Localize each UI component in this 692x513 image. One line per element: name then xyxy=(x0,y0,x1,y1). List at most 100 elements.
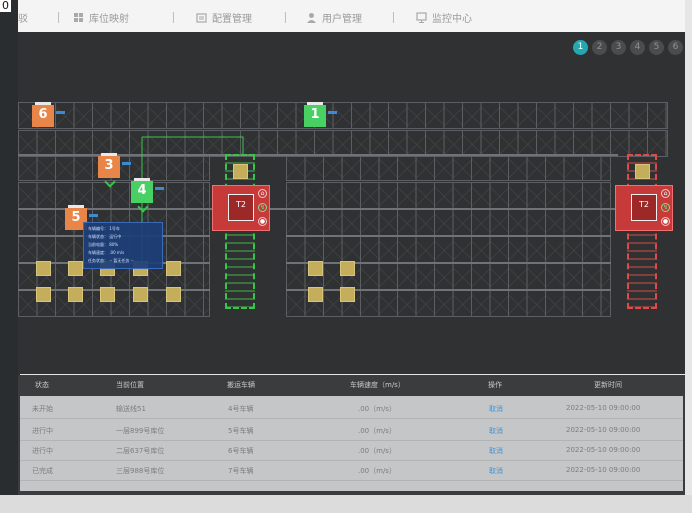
cargo-box[interactable] xyxy=(166,261,181,276)
top-navigation: 驳 库位映射 配置管理 用户管理 监控中心 xyxy=(18,0,685,33)
monitor-icon xyxy=(416,11,427,23)
position-marker[interactable]: 4 xyxy=(131,178,164,203)
nav-item-partial[interactable]: 驳 xyxy=(18,10,28,25)
nav-item-config[interactable]: 配置管理 xyxy=(196,10,252,25)
nav-item-label: 配置管理 xyxy=(212,13,252,25)
cargo-box[interactable] xyxy=(36,261,51,276)
marker-tag xyxy=(122,162,131,165)
cell-vehicle: 6号车辆 xyxy=(228,447,254,455)
lock-icon: ⌂ xyxy=(258,189,267,198)
shuttle-vehicle[interactable]: T2 ⌂ ↯ ● xyxy=(212,185,270,231)
grid-icon xyxy=(73,12,84,23)
popup-row: 车辆状态： 运行中 xyxy=(88,234,122,239)
nav-separator xyxy=(285,12,286,23)
table-row[interactable]: 进行中 一层899号库位 5号车辆 .00（m/s） 取消 2022-05-10… xyxy=(20,422,683,441)
cell-vehicle: 7号车辆 xyxy=(228,467,254,475)
vehicle-info-popup: 车辆编号： 1号车 车辆状态： 运行中 当前电量： 80% 车辆速度： .00 … xyxy=(83,222,163,269)
warehouse-map: 123456 T2 ⌂ ↯ ● T2 ⌂ ↯ ● 6 1 3 4 5 车辆编号：… xyxy=(18,32,685,374)
cargo-box[interactable] xyxy=(308,287,323,302)
column-header: 操作 xyxy=(488,381,502,389)
lock-icon: ⌂ xyxy=(661,189,670,198)
cell-speed: .00（m/s） xyxy=(358,467,396,475)
cargo-box[interactable] xyxy=(166,287,181,302)
stop-icon: ● xyxy=(258,217,267,226)
cell-status: 进行中 xyxy=(32,447,53,455)
marker-tab xyxy=(101,153,117,156)
settings-icon xyxy=(196,12,207,23)
column-header: 搬运车辆 xyxy=(227,381,255,389)
stop-icon: ● xyxy=(661,217,670,226)
cell-location: 一层899号库位 xyxy=(116,427,165,435)
nav-item-users[interactable]: 用户管理 xyxy=(306,10,362,25)
popup-row: 任务状态： -- 暂无任务 -- xyxy=(88,258,134,263)
cargo-box[interactable] xyxy=(635,164,650,179)
column-header: 状态 xyxy=(35,381,49,389)
marker-tab xyxy=(134,178,150,181)
nav-item-label: 驳 xyxy=(18,13,28,25)
popup-row: 车辆编号： 1号车 xyxy=(88,226,120,231)
bottom-strip xyxy=(0,495,692,513)
nav-item-label: 库位映射 xyxy=(89,13,129,25)
cargo-box[interactable] xyxy=(340,287,355,302)
nav-item-label: 用户管理 xyxy=(322,13,362,25)
charge-icon: ↯ xyxy=(258,203,267,212)
cell-updated: 2022-05-10 09:00:00 xyxy=(566,466,641,474)
table-header: 状态 当前位置 搬运车辆 车辆速度（m/s） 操作 更新时间 xyxy=(18,375,685,396)
position-marker[interactable]: 1 xyxy=(304,102,337,127)
cell-location: 二层637号库位 xyxy=(116,447,165,455)
nav-separator xyxy=(393,12,394,23)
cargo-box[interactable] xyxy=(68,287,83,302)
table-row[interactable]: 已完成 三层988号库位 7号车辆 .00（m/s） 取消 2022-05-10… xyxy=(20,462,683,481)
cargo-box[interactable] xyxy=(133,287,148,302)
cell-updated: 2022-05-10 09:00:00 xyxy=(566,426,641,434)
column-header: 车辆速度（m/s） xyxy=(350,381,405,389)
cell-speed: .00（m/s） xyxy=(358,447,396,455)
shuttle-vehicle[interactable]: T2 ⌂ ↯ ● xyxy=(615,185,673,231)
cancel-link[interactable]: 取消 xyxy=(489,426,503,436)
nav-item-label: 监控中心 xyxy=(432,13,472,25)
cell-status: 已完成 xyxy=(32,467,53,475)
cancel-link[interactable]: 取消 xyxy=(489,466,503,476)
cancel-link[interactable]: 取消 xyxy=(489,446,503,456)
column-header: 更新时间 xyxy=(594,381,622,389)
cargo-box[interactable] xyxy=(308,261,323,276)
vehicle-label: T2 xyxy=(228,194,254,221)
cell-speed: .00（m/s） xyxy=(358,405,396,413)
table-row[interactable]: 未开始 输送线51 4号车辆 .00（m/s） 取消 2022-05-10 09… xyxy=(20,400,683,419)
table-body: 未开始 输送线51 4号车辆 .00（m/s） 取消 2022-05-10 09… xyxy=(20,396,683,491)
popup-row: 车辆速度： .00 m/s xyxy=(88,250,125,255)
cell-updated: 2022-05-10 09:00:00 xyxy=(566,404,641,412)
cargo-box[interactable] xyxy=(100,287,115,302)
cargo-box[interactable] xyxy=(233,164,248,179)
charge-icon: ↯ xyxy=(661,203,670,212)
position-marker[interactable]: 6 xyxy=(32,102,65,127)
cell-vehicle: 5号车辆 xyxy=(228,427,254,435)
cancel-link[interactable]: 取消 xyxy=(489,404,503,414)
left-edge-panel xyxy=(0,0,20,513)
user-icon xyxy=(306,12,317,23)
cargo-box[interactable] xyxy=(68,261,83,276)
corner-fragment: 0 xyxy=(0,0,11,12)
vehicle-label: T2 xyxy=(631,194,657,221)
marker-tag xyxy=(155,187,164,190)
marker-tab xyxy=(307,102,323,105)
marker-tab xyxy=(68,205,84,208)
cell-updated: 2022-05-10 09:00:00 xyxy=(566,446,641,454)
marker-tag xyxy=(328,111,337,114)
nav-separator xyxy=(173,12,174,23)
task-table: 状态 当前位置 搬运车辆 车辆速度（m/s） 操作 更新时间 未开始 输送线51… xyxy=(18,375,685,495)
nav-separator xyxy=(58,12,59,23)
table-row[interactable]: 进行中 二层637号库位 6号车辆 .00（m/s） 取消 2022-05-10… xyxy=(20,442,683,461)
cell-location: 三层988号库位 xyxy=(116,467,165,475)
cargo-box[interactable] xyxy=(340,261,355,276)
nav-item-monitor[interactable]: 监控中心 xyxy=(416,10,472,25)
marker-tag xyxy=(56,111,65,114)
nav-item-location-mapping[interactable]: 库位映射 xyxy=(73,10,129,25)
position-marker[interactable]: 3 xyxy=(98,153,131,178)
cell-status: 未开始 xyxy=(32,405,53,413)
column-header: 当前位置 xyxy=(116,381,144,389)
route-lines xyxy=(107,136,244,300)
marker-tag xyxy=(89,214,98,217)
popup-row: 当前电量： 80% xyxy=(88,242,119,247)
cargo-box[interactable] xyxy=(36,287,51,302)
